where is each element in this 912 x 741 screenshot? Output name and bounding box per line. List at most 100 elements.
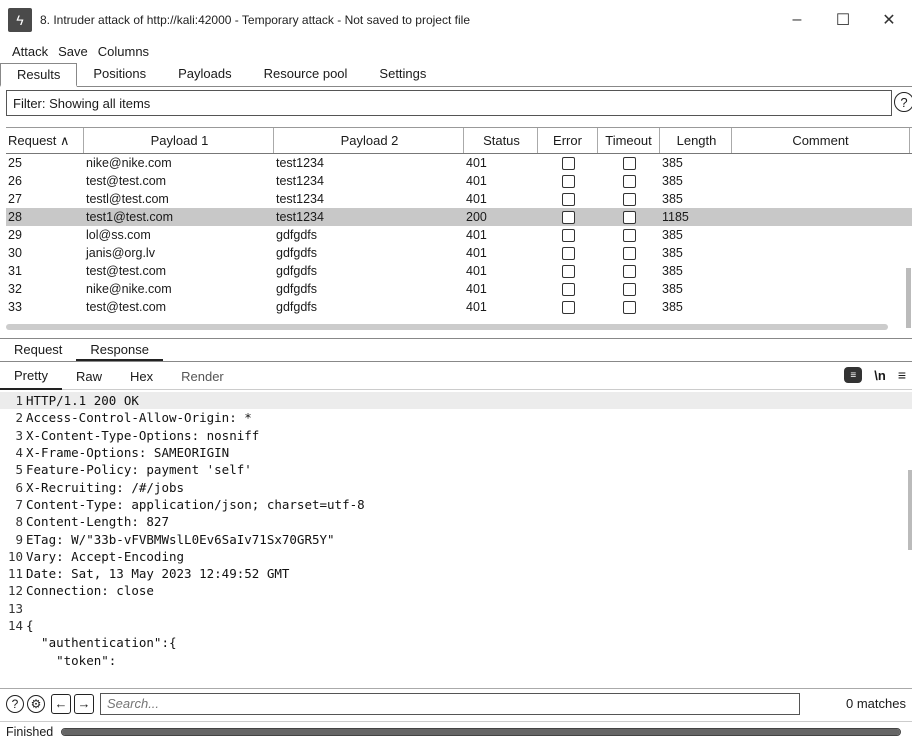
help-icon-search[interactable]: ? (6, 694, 24, 713)
line-number: 4 (15, 445, 23, 461)
code-line: 5 Feature-Policy: payment 'self' (0, 461, 912, 478)
tab-resource-pool[interactable]: Resource pool (248, 63, 364, 87)
col-comment[interactable]: Comment (732, 128, 910, 153)
cell-payload1: lol@ss.com (86, 228, 151, 242)
timeout-checkbox[interactable] (622, 210, 636, 224)
cell-error (538, 156, 598, 170)
col-length[interactable]: Length (660, 128, 732, 153)
tab-render[interactable]: Render (167, 365, 238, 389)
message-format-icon[interactable]: ≡ (844, 367, 863, 383)
error-checkbox[interactable] (561, 228, 575, 242)
timeout-checkbox[interactable] (622, 264, 636, 278)
menu-attack[interactable]: Attack (12, 44, 48, 59)
horizontal-scrollbar[interactable] (6, 324, 888, 330)
filter-bar[interactable]: Filter: Showing all items (6, 90, 892, 116)
maximize-button[interactable]: ☐ (820, 0, 866, 40)
match-count: 0 matches (846, 696, 906, 711)
code-line: 7 Content-Type: application/json; charset… (0, 496, 912, 513)
col-request[interactable]: Request ∧ (6, 128, 84, 153)
error-checkbox[interactable] (561, 174, 575, 188)
tab-results[interactable]: Results (0, 63, 78, 87)
code-line: 6 X-Recruiting: /#/jobs (0, 478, 912, 495)
response-editor[interactable]: 1 HTTP/1.1 200 OK 2 Access-Control-Allow-Or… (0, 392, 912, 685)
back-arrow-icon[interactable]: ← (51, 693, 71, 714)
cell-payload2: test1234 (276, 156, 324, 170)
error-checkbox[interactable] (561, 282, 575, 296)
minimize-button[interactable]: – (774, 0, 820, 40)
error-checkbox[interactable] (561, 264, 575, 278)
forward-arrow-icon[interactable]: → (74, 693, 94, 714)
table-row[interactable]: 27 testl@test.com test1234 401 385 (6, 190, 912, 208)
line-text: { (26, 618, 34, 633)
tab-request[interactable]: Request (0, 339, 76, 361)
line-text: Content-Length: 827 (26, 514, 169, 530)
cell-payload1: test@test.com (86, 264, 167, 278)
error-checkbox[interactable] (561, 192, 575, 206)
table-row[interactable]: 30 janis@org.lv gdfgdfs 401 385 (6, 244, 912, 262)
title-bar: ϟ 8. Intruder attack of http://kali:4200… (0, 0, 912, 40)
line-number: 9 (15, 531, 23, 547)
editor-scrollbar[interactable] (908, 470, 912, 550)
menu-columns[interactable]: Columns (98, 44, 149, 59)
newline-icon[interactable]: \n (874, 368, 886, 383)
table-row[interactable]: 26 test@test.com test1234 401 385 (6, 172, 912, 190)
code-line: 13 (0, 600, 912, 617)
cell-timeout (598, 246, 660, 260)
error-checkbox[interactable] (561, 156, 575, 170)
tab-pretty[interactable]: Pretty (0, 364, 62, 390)
tab-response[interactable]: Response (76, 339, 163, 361)
cell-status: 401 (466, 300, 487, 314)
timeout-checkbox[interactable] (622, 300, 636, 314)
error-checkbox[interactable] (561, 246, 575, 260)
table-row[interactable]: 28 test1@test.com test1234 200 1185 (6, 208, 912, 226)
cell-payload2: gdfgdfs (276, 246, 318, 260)
table-row[interactable]: 25 nike@nike.com test1234 401 385 (6, 154, 912, 172)
timeout-checkbox[interactable] (622, 228, 636, 242)
line-number: 5 (15, 462, 23, 478)
table-row[interactable]: 29 lol@ss.com gdfgdfs 401 385 (6, 226, 912, 244)
table-row[interactable]: 32 nike@nike.com gdfgdfs 401 385 (6, 280, 912, 298)
code-line: 9 ETag: W/"33b-vFVBMWslL0Ev6SaIv71Sx70GR5… (0, 530, 912, 547)
hamburger-menu-icon[interactable]: ≡ (898, 367, 906, 383)
menu-save[interactable]: Save (58, 44, 88, 59)
col-status[interactable]: Status (464, 128, 538, 153)
timeout-checkbox[interactable] (622, 192, 636, 206)
tab-raw[interactable]: Raw (62, 365, 116, 389)
menu-bar: Attack Save Columns (0, 40, 912, 62)
tab-positions[interactable]: Positions (77, 63, 162, 87)
line-number: 7 (15, 496, 23, 512)
tab-hex[interactable]: Hex (116, 365, 167, 389)
cell-length: 385 (662, 282, 683, 296)
table-row[interactable]: 31 test@test.com gdfgdfs 401 385 (6, 262, 912, 280)
cell-request: 27 (8, 192, 22, 206)
progress-bar (61, 727, 902, 736)
cell-length: 385 (662, 156, 683, 170)
line-number: 10 (7, 548, 23, 564)
tab-payloads[interactable]: Payloads (162, 63, 247, 87)
cell-status: 200 (466, 210, 487, 224)
search-input[interactable] (100, 692, 800, 715)
cell-payload2: gdfgdfs (276, 282, 318, 296)
cell-payload1: test1@test.com (86, 210, 174, 224)
timeout-checkbox[interactable] (622, 282, 636, 296)
col-timeout[interactable]: Timeout (598, 128, 660, 153)
col-payload1[interactable]: Payload 1 (84, 128, 274, 153)
error-checkbox[interactable] (561, 300, 575, 314)
cell-timeout (598, 192, 660, 206)
help-icon[interactable]: ? (894, 92, 912, 112)
tab-settings[interactable]: Settings (363, 63, 442, 87)
timeout-checkbox[interactable] (622, 156, 636, 170)
cell-status: 401 (466, 174, 487, 188)
col-error[interactable]: Error (538, 128, 598, 153)
line-number: 3 (15, 427, 23, 443)
close-button[interactable]: ✕ (866, 0, 912, 40)
cell-timeout (598, 228, 660, 242)
timeout-checkbox[interactable] (622, 246, 636, 260)
table-row[interactable]: 33 test@test.com gdfgdfs 401 385 (6, 298, 912, 316)
gear-icon[interactable]: ⚙ (27, 694, 45, 713)
error-checkbox[interactable] (561, 210, 575, 224)
vertical-scrollbar[interactable] (906, 268, 911, 328)
cell-length: 385 (662, 264, 683, 278)
col-payload2[interactable]: Payload 2 (274, 128, 464, 153)
timeout-checkbox[interactable] (622, 174, 636, 188)
